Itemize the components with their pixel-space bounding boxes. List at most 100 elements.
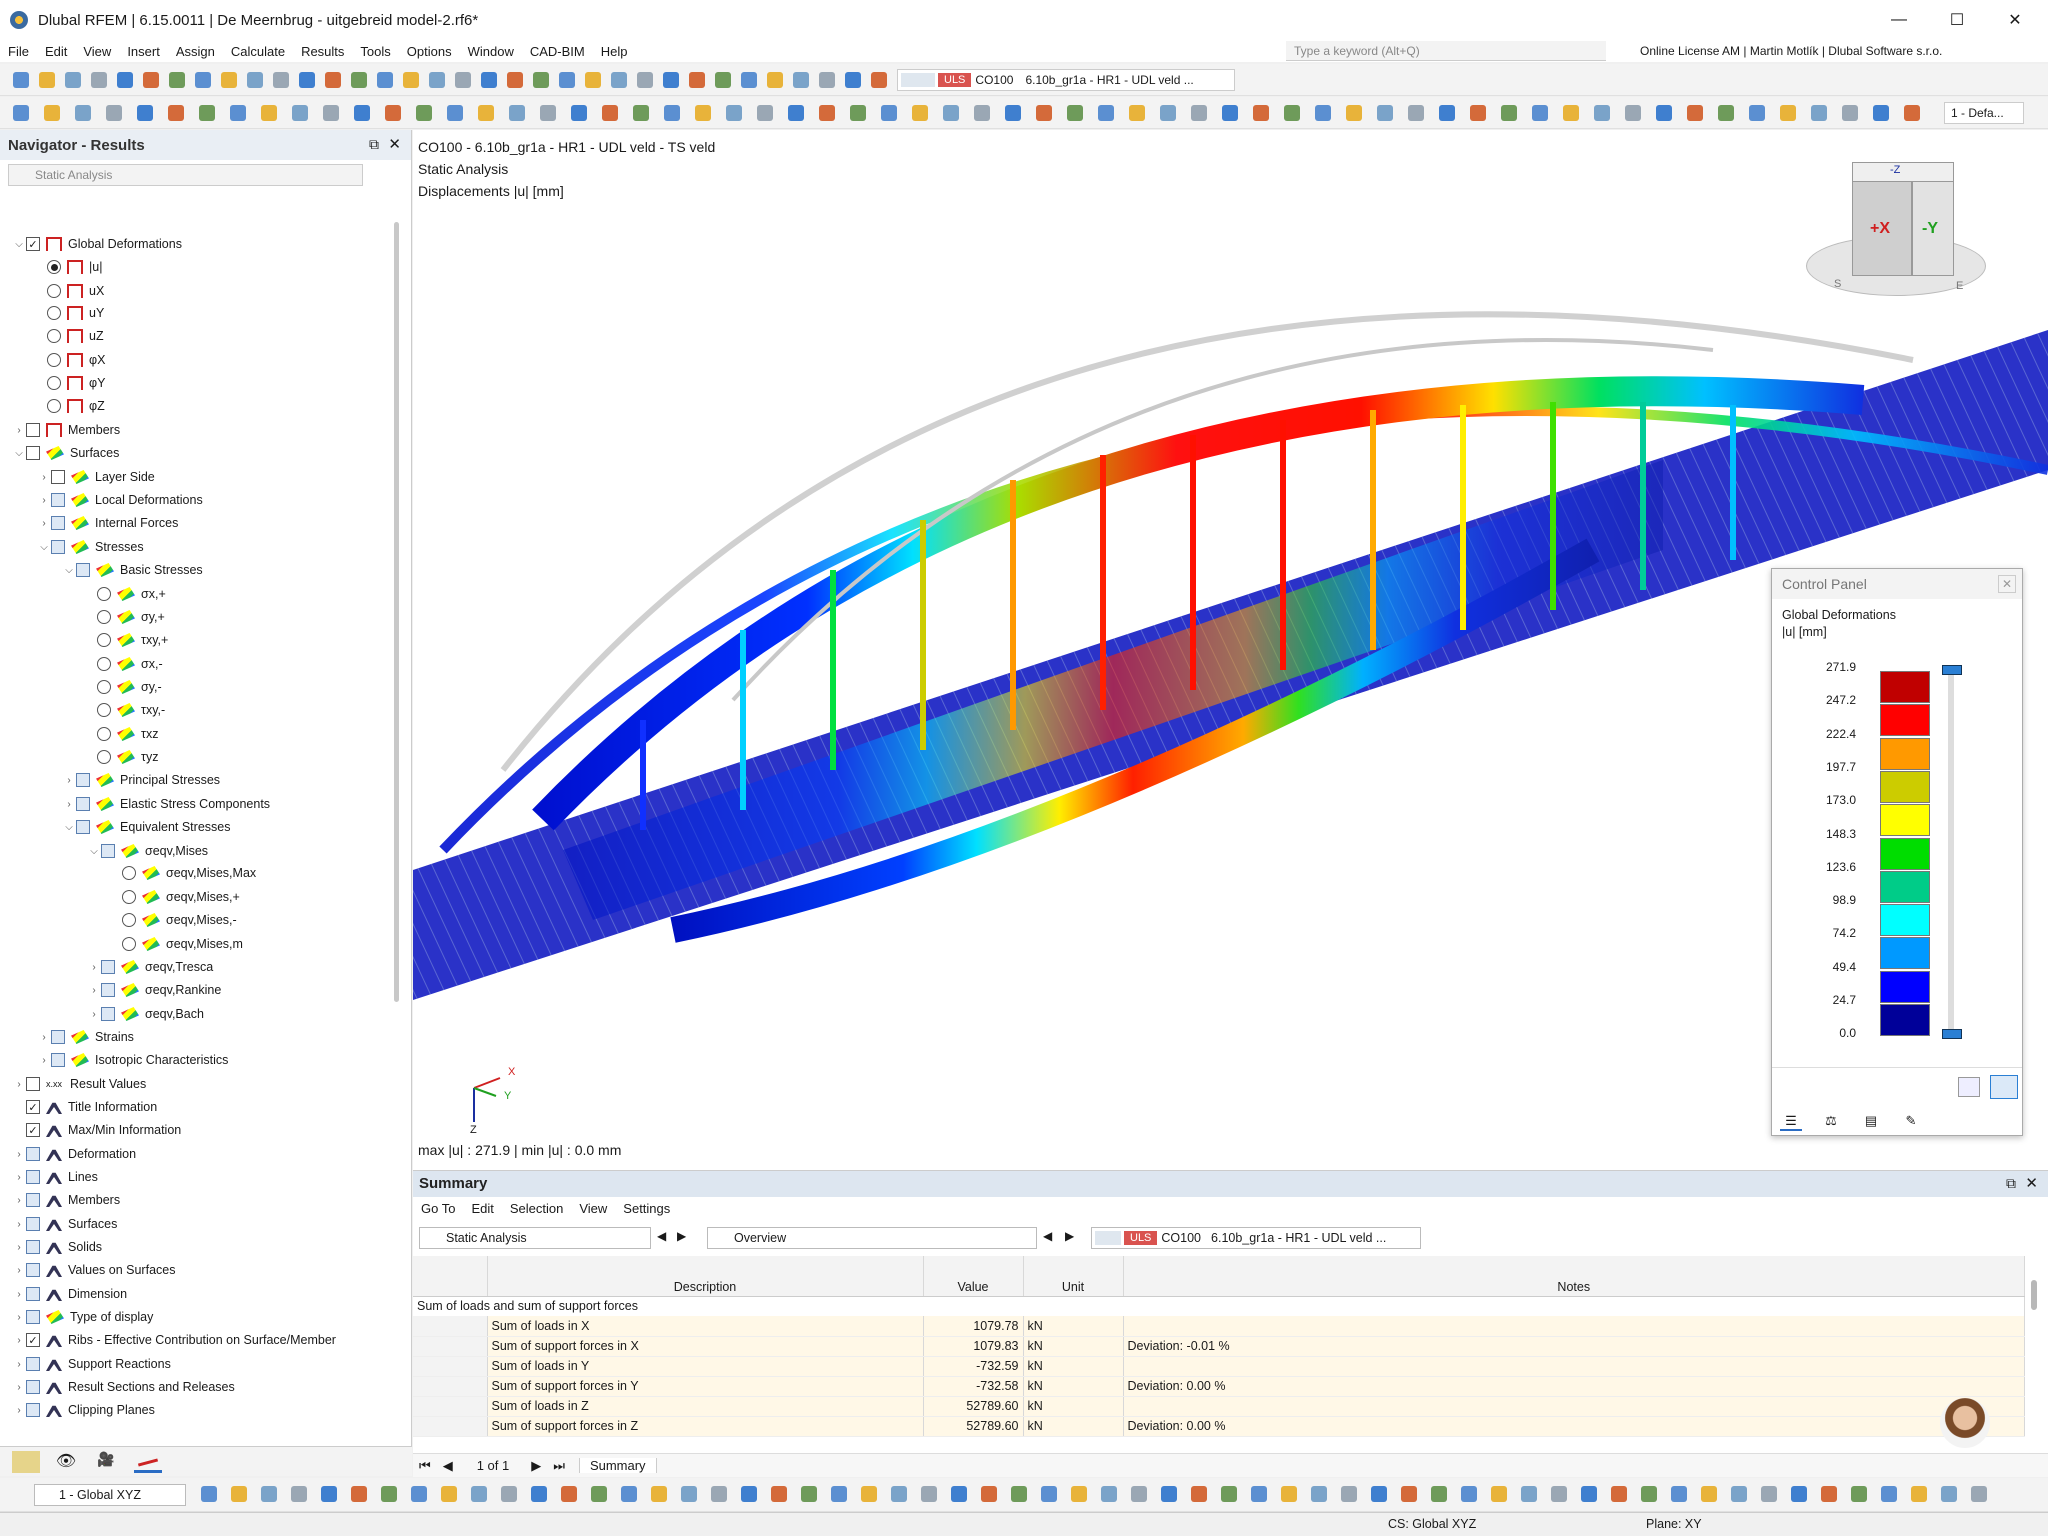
nav-item[interactable]: φY — [47, 372, 105, 394]
toolbar-tool-icon[interactable] — [296, 69, 318, 91]
toolbar-tool-icon[interactable] — [1938, 1483, 1960, 1505]
legend-scale-icon[interactable] — [1990, 1075, 2018, 1099]
nav-item[interactable]: › Deformation — [12, 1143, 136, 1165]
radio-button[interactable] — [97, 657, 111, 671]
toolbar-tool-icon[interactable] — [530, 69, 552, 91]
nav-item[interactable]: › Local Deformations — [37, 489, 203, 511]
nav-item[interactable]: φX — [47, 349, 105, 371]
chevron-right-icon[interactable]: › — [62, 775, 76, 786]
toolbar-tool-icon[interactable] — [1548, 1483, 1570, 1505]
checkbox[interactable] — [26, 1170, 40, 1184]
nav-item[interactable]: |u| — [47, 256, 102, 278]
toolbar-tool-icon[interactable] — [1188, 102, 1210, 124]
toolbar-tool-icon[interactable] — [1126, 102, 1148, 124]
toolbar-tool-icon[interactable] — [1808, 102, 1830, 124]
nav-item[interactable]: σeqv,Mises,- — [122, 909, 237, 931]
toolbar-tool-icon[interactable] — [36, 69, 58, 91]
toolbar-tool-icon[interactable] — [166, 69, 188, 91]
toolbar-tool-icon[interactable] — [661, 102, 683, 124]
toolbar-tool-icon[interactable] — [1518, 1483, 1540, 1505]
toolbar-tool-icon[interactable] — [1788, 1483, 1810, 1505]
toolbar-tool-icon[interactable] — [708, 1483, 730, 1505]
toolbar-tool-icon[interactable] — [909, 102, 931, 124]
menu-help[interactable]: Help — [593, 44, 636, 59]
nav-item[interactable]: ⌵ Stresses — [37, 536, 144, 558]
toolbar-tool-icon[interactable] — [785, 102, 807, 124]
chevron-down-icon[interactable]: ⌵ — [12, 239, 26, 250]
chevron-right-icon[interactable]: › — [12, 1242, 26, 1253]
table-row[interactable]: Sum of loads in Z 52789.60 kN — [413, 1396, 2025, 1417]
checkbox[interactable] — [26, 1403, 40, 1417]
toolbar-tool-icon[interactable] — [10, 102, 32, 124]
minimize-button[interactable]: — — [1870, 0, 1928, 40]
checkbox[interactable] — [26, 1380, 40, 1394]
nav-item[interactable]: ⌵ Basic Stresses — [62, 559, 203, 581]
nav-item[interactable]: › Members — [12, 419, 120, 441]
toolbar-tool-icon[interactable] — [1157, 102, 1179, 124]
menu-window[interactable]: Window — [460, 44, 522, 59]
menu-calculate[interactable]: Calculate — [223, 44, 293, 59]
toolbar-tool-icon[interactable] — [288, 1483, 310, 1505]
toolbar-tool-icon[interactable] — [1839, 102, 1861, 124]
toolbar-tool-icon[interactable] — [692, 102, 714, 124]
view-cube[interactable]: +X -Y -Z S E — [1806, 156, 1986, 306]
toolbar-tool-icon[interactable] — [1068, 1483, 1090, 1505]
table-row[interactable]: Sum of support forces in Z 52789.60 kN Devi… — [413, 1416, 2025, 1437]
menu-options[interactable]: Options — [399, 44, 460, 59]
chevron-right-icon[interactable]: › — [12, 1079, 26, 1090]
toolbar-tool-icon[interactable] — [1158, 1483, 1180, 1505]
menu-results[interactable]: Results — [293, 44, 352, 59]
prev-page-icon[interactable]: ◀ — [443, 1458, 453, 1474]
toolbar-tool-icon[interactable] — [1405, 102, 1427, 124]
checkbox[interactable] — [26, 423, 40, 437]
toolbar-tool-icon[interactable] — [468, 1483, 490, 1505]
toolbar-tool-icon[interactable] — [452, 69, 474, 91]
checkbox[interactable] — [26, 1193, 40, 1207]
toolbar-tool-icon[interactable] — [599, 102, 621, 124]
chevron-right-icon[interactable]: › — [37, 518, 51, 529]
radio-button[interactable] — [47, 353, 61, 367]
toolbar-tool-icon[interactable] — [1278, 1483, 1300, 1505]
chevron-down-icon[interactable]: ⌵ — [37, 542, 51, 553]
nav-item[interactable]: › Elastic Stress Components — [62, 793, 270, 815]
radio-button[interactable] — [47, 329, 61, 343]
toolbar-tool-icon[interactable] — [888, 1483, 910, 1505]
toolbar-tool-icon[interactable] — [1248, 1483, 1270, 1505]
toolbar-tool-icon[interactable] — [426, 69, 448, 91]
summary-menu-settings[interactable]: Settings — [615, 1201, 678, 1216]
checkbox[interactable] — [101, 1007, 115, 1021]
chevron-right-icon[interactable]: › — [12, 1312, 26, 1323]
radio-button[interactable] — [97, 587, 111, 601]
summary-menu-edit[interactable]: Edit — [463, 1201, 501, 1216]
toolbar-tool-icon[interactable] — [764, 69, 786, 91]
view-cube-face-top[interactable] — [1852, 162, 1954, 182]
checkbox[interactable] — [76, 773, 90, 787]
toolbar-tool-icon[interactable] — [1467, 102, 1489, 124]
radio-button[interactable] — [47, 376, 61, 390]
summary-tab[interactable]: Summary — [578, 1458, 657, 1473]
toolbar-tool-icon[interactable] — [660, 69, 682, 91]
toolbar-tool-icon[interactable] — [1128, 1483, 1150, 1505]
checkbox[interactable] — [51, 493, 65, 507]
toolbar-tool-icon[interactable] — [1008, 1483, 1030, 1505]
nav-item[interactable]: ⌵ σeqv,Mises — [87, 840, 208, 862]
nav-item[interactable]: › Internal Forces — [37, 512, 178, 534]
nav-item[interactable]: φZ — [47, 395, 105, 417]
navigator-analysis-select[interactable]: Static Analysis — [8, 164, 363, 186]
nav-item[interactable]: τxy,- — [97, 699, 165, 721]
view-combo[interactable]: 1 - Defa... — [1944, 102, 2024, 124]
chevron-right-icon[interactable]: › — [87, 985, 101, 996]
toolbar-tool-icon[interactable] — [723, 102, 745, 124]
radio-button[interactable] — [122, 890, 136, 904]
chevron-down-icon[interactable]: ⌵ — [62, 565, 76, 576]
toolbar-tool-icon[interactable] — [348, 69, 370, 91]
chevron-right-icon[interactable]: › — [37, 1055, 51, 1066]
summary-overview-prev-icon[interactable]: ◀ — [1043, 1229, 1052, 1243]
toolbar-tool-icon[interactable] — [506, 102, 528, 124]
nav-item[interactable]: › Result Sections and Releases — [12, 1376, 235, 1398]
checkbox[interactable]: ✓ — [26, 1100, 40, 1114]
chevron-down-icon[interactable]: ⌵ — [87, 846, 101, 857]
toolbar-tool-icon[interactable] — [1746, 102, 1768, 124]
toolbar-tool-icon[interactable] — [588, 1483, 610, 1505]
toolbar-tool-icon[interactable] — [678, 1483, 700, 1505]
